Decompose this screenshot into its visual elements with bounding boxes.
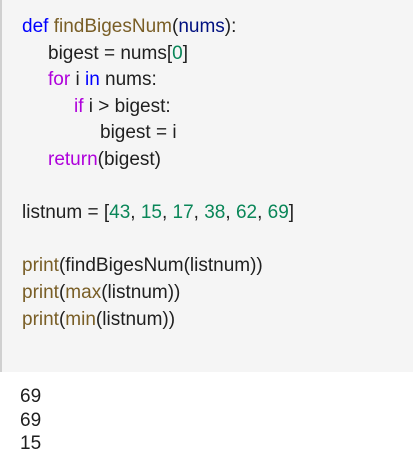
code-line-3: for i in nums: — [22, 67, 294, 94]
code-line-5: bigest = i — [22, 120, 294, 147]
keyword-return: return — [48, 148, 98, 170]
paren-close: ): — [224, 16, 237, 37]
list-value: 38 — [204, 202, 226, 224]
list-value: 17 — [172, 202, 194, 224]
listnum-assign: listnum = [ — [22, 202, 110, 224]
builtin-min: min — [65, 308, 96, 330]
list-sep: , — [193, 202, 205, 224]
code-line-1: def findBigesNum(nums): — [22, 14, 294, 41]
code-line-10: print(findBigesNum(listnum)) — [22, 253, 294, 280]
keyword-if: if — [74, 95, 84, 117]
code-line-12: print(min(listnum)) — [22, 307, 294, 334]
param-nums: nums — [178, 16, 225, 37]
output-line: 69 — [20, 386, 42, 407]
builtin-max: max — [65, 281, 102, 303]
list-close: ] — [288, 202, 295, 224]
code-line-6: return(bigest) — [22, 147, 294, 174]
assign-bigest: bigest = — [48, 42, 121, 64]
output-line: 15 — [20, 433, 42, 454]
list-sep: , — [130, 202, 141, 224]
if-condition: i > bigest: — [83, 95, 171, 117]
builtin-print: print — [22, 281, 59, 303]
list-value: 62 — [235, 202, 258, 224]
return-arg: (bigest) — [97, 148, 161, 170]
max-args: (listnum)) — [101, 281, 181, 303]
code-line-2: bigest = nums[0] — [22, 41, 294, 68]
code-line-8: listnum = [43, 15, 17, 38, 62, 69] — [22, 200, 294, 227]
code-line-4: if i > bigest: — [22, 94, 294, 121]
print-args: (findBigesNum(listnum)) — [58, 255, 263, 277]
keyword-for: for — [48, 69, 71, 91]
list-sep: , — [225, 202, 236, 224]
list-sep: , — [161, 202, 173, 224]
builtin-print: print — [22, 255, 59, 277]
min-args: (listnum)) — [95, 308, 176, 330]
builtin-print: print — [22, 308, 59, 330]
cell-output: 69 69 15 — [20, 385, 41, 456]
notebook: def findBigesNum(nums): bigest = nums[0]… — [0, 0, 413, 472]
code-cell[interactable]: def findBigesNum(nums): bigest = nums[0]… — [0, 0, 413, 372]
index-zero: 0 — [172, 42, 183, 64]
code-line-11: print(max(listnum)) — [22, 280, 294, 307]
loop-var: i — [70, 69, 85, 91]
output-line: 69 — [20, 409, 42, 431]
function-name: findBigesNum — [53, 16, 172, 37]
assign-statement: bigest = i — [100, 122, 177, 144]
list-value: 15 — [140, 202, 162, 224]
list-value: 43 — [109, 202, 131, 224]
bracket-close: ] — [182, 42, 188, 64]
list-value: 69 — [267, 202, 289, 224]
keyword-in: in — [84, 69, 100, 91]
code-editor[interactable]: def findBigesNum(nums): bigest = nums[0]… — [22, 14, 294, 333]
keyword-def: def — [22, 16, 49, 37]
var-nums: nums — [120, 42, 167, 64]
loop-iterable: nums: — [99, 69, 157, 91]
list-sep: , — [257, 202, 268, 224]
